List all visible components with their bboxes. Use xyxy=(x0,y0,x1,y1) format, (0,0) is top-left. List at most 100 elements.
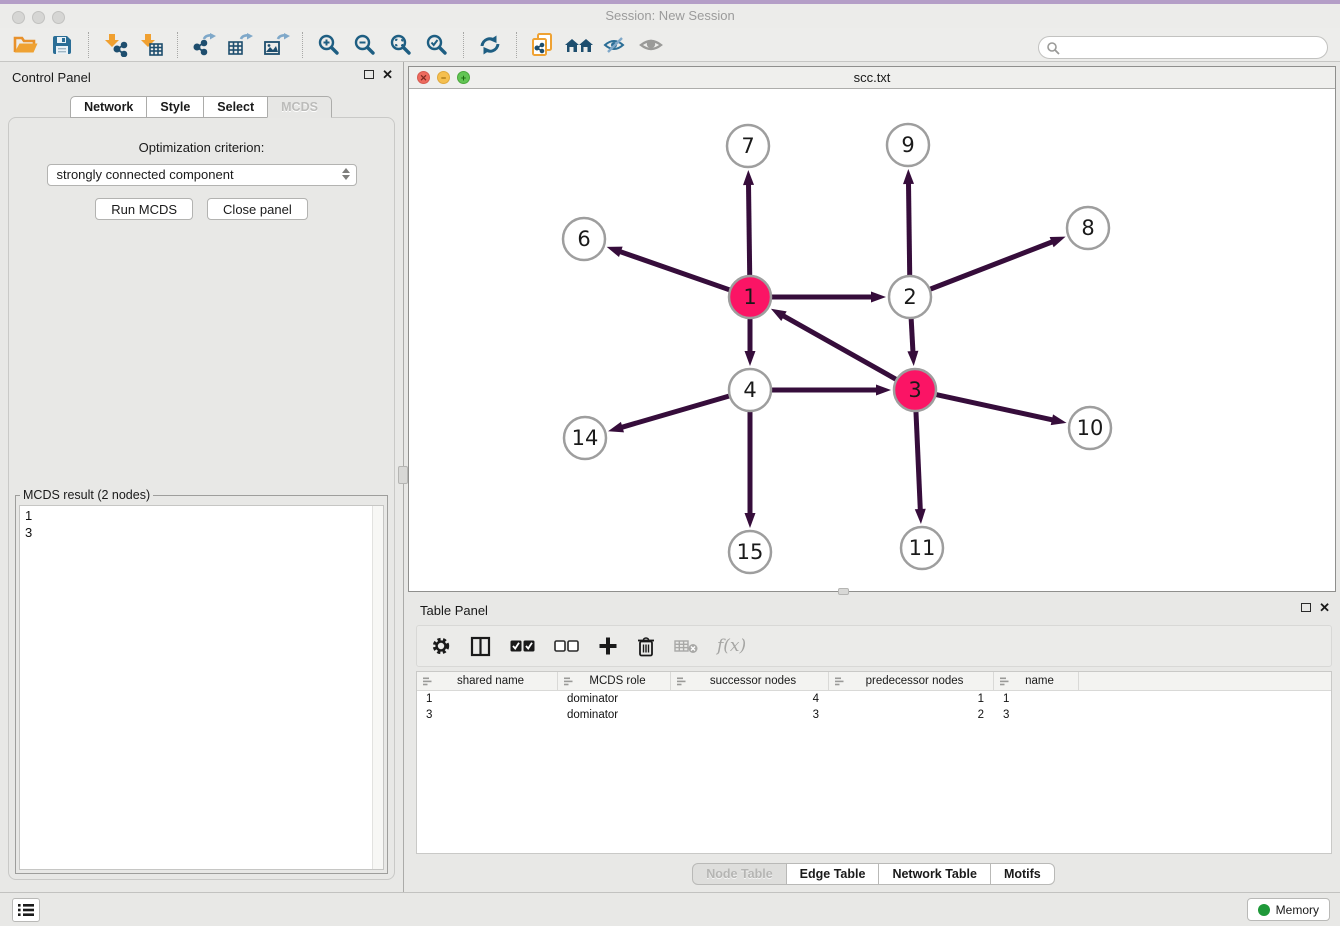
close-panel-button[interactable]: Close panel xyxy=(207,198,308,220)
graph-edge-2-8[interactable] xyxy=(927,241,1054,290)
column-header-predecessor-nodes[interactable]: predecessor nodes xyxy=(829,672,994,690)
tab-motifs[interactable]: Motifs xyxy=(990,863,1055,885)
settings-gear-icon[interactable] xyxy=(431,636,451,656)
search-input[interactable] xyxy=(1038,36,1328,59)
column-header-name[interactable]: name xyxy=(994,672,1079,690)
import-network-icon[interactable] xyxy=(100,31,130,59)
sort-icon xyxy=(677,677,686,686)
delete-table-icon xyxy=(674,638,698,654)
export-image-icon[interactable] xyxy=(261,31,291,59)
graph-edge-1-6[interactable] xyxy=(619,251,733,291)
table-cell[interactable]: dominator xyxy=(558,693,671,705)
edge-arrowhead-icon xyxy=(745,351,756,366)
task-history-button[interactable] xyxy=(12,898,40,922)
tab-mcds[interactable]: MCDS xyxy=(267,96,332,118)
tab-edge-table[interactable]: Edge Table xyxy=(786,863,880,885)
tab-network-table[interactable]: Network Table xyxy=(878,863,991,885)
sort-icon xyxy=(1000,677,1009,686)
network-view-window: ✕ − + scc.txt 7968124314101511 xyxy=(408,66,1336,592)
edge-arrowhead-icon xyxy=(1050,237,1066,248)
table-cell[interactable]: 4 xyxy=(671,693,829,705)
node-table: shared nameMCDS rolesuccessor nodesprede… xyxy=(416,671,1332,854)
open-session-icon[interactable] xyxy=(11,31,41,59)
home-icon[interactable] xyxy=(564,31,594,59)
hide-eye-icon[interactable] xyxy=(600,31,630,59)
graph-edge-4-14[interactable] xyxy=(621,395,733,428)
toolbar-separator xyxy=(516,32,517,58)
graph-node-label: 4 xyxy=(743,378,756,402)
sort-icon xyxy=(564,677,573,686)
save-session-icon[interactable] xyxy=(47,31,77,59)
zoom-selected-icon[interactable] xyxy=(422,31,452,59)
graph-edge-2-9[interactable] xyxy=(908,182,909,279)
network-window-titlebar[interactable]: ✕ − + scc.txt xyxy=(409,67,1335,89)
column-header-shared-name[interactable]: shared name xyxy=(417,672,558,690)
close-table-panel-icon[interactable]: ✕ xyxy=(1319,602,1330,613)
column-header-successor-nodes[interactable]: successor nodes xyxy=(671,672,829,690)
tab-select[interactable]: Select xyxy=(203,96,268,118)
table-cell[interactable]: 3 xyxy=(671,709,829,721)
toolbar-separator xyxy=(302,32,303,58)
select-stepper-icon xyxy=(342,168,350,180)
optimization-criterion-label: Optimization criterion: xyxy=(9,140,394,155)
table-cell[interactable]: dominator xyxy=(558,709,671,721)
sort-icon xyxy=(423,677,432,686)
export-table-icon[interactable] xyxy=(225,31,255,59)
criterion-select[interactable]: strongly connected component xyxy=(47,164,357,186)
zoom-in-icon[interactable] xyxy=(314,31,344,59)
select-all-columns-icon[interactable] xyxy=(510,640,535,652)
add-column-icon[interactable] xyxy=(598,636,618,656)
delete-column-icon[interactable] xyxy=(637,636,655,657)
tab-network[interactable]: Network xyxy=(70,96,147,118)
table-row[interactable]: 3dominator323 xyxy=(417,707,1331,723)
horizontal-splitter-handle[interactable] xyxy=(838,588,849,595)
graph-edge-3-11[interactable] xyxy=(916,408,921,511)
tab-node-table[interactable]: Node Table xyxy=(692,863,786,885)
table-cell[interactable]: 2 xyxy=(829,709,994,721)
table-panel: Table Panel ✕ f(x) shared nameMCDS roles… xyxy=(408,595,1340,888)
graph-edge-2-3[interactable] xyxy=(911,315,913,353)
sort-icon xyxy=(835,677,844,686)
graph-edge-3-1[interactable] xyxy=(782,315,899,381)
network-window-title: scc.txt xyxy=(409,70,1335,85)
edge-arrowhead-icon xyxy=(907,351,918,366)
float-table-panel-icon[interactable] xyxy=(1301,603,1311,612)
graph-node-label: 1 xyxy=(743,285,756,309)
refresh-icon[interactable] xyxy=(475,31,505,59)
column-header-MCDS-role[interactable]: MCDS role xyxy=(558,672,671,690)
duplicate-network-icon[interactable] xyxy=(528,31,558,59)
table-cell[interactable]: 1 xyxy=(829,693,994,705)
graph-edge-1-7[interactable] xyxy=(748,183,749,279)
tab-style[interactable]: Style xyxy=(146,96,204,118)
import-table-icon[interactable] xyxy=(136,31,166,59)
export-network-icon[interactable] xyxy=(189,31,219,59)
close-panel-icon[interactable]: ✕ xyxy=(382,69,393,80)
list-icon xyxy=(17,902,35,918)
edge-arrowhead-icon xyxy=(743,170,754,185)
result-scrollbar[interactable] xyxy=(372,506,383,869)
zoom-fit-icon[interactable] xyxy=(386,31,416,59)
table-cell[interactable]: 1 xyxy=(994,693,1079,705)
edge-arrowhead-icon xyxy=(876,385,891,396)
function-builder-icon: f(x) xyxy=(717,636,746,656)
graph-edge-3-10[interactable] xyxy=(933,394,1054,420)
zoom-out-icon[interactable] xyxy=(350,31,380,59)
mcds-result-textarea[interactable]: 13 xyxy=(19,505,384,870)
mcds-result-title: MCDS result (2 nodes) xyxy=(20,488,153,502)
network-canvas[interactable]: 7968124314101511 xyxy=(409,89,1335,591)
table-cell[interactable]: 3 xyxy=(417,709,558,721)
vertical-splitter-handle[interactable] xyxy=(398,466,408,484)
run-mcds-button[interactable]: Run MCDS xyxy=(95,198,193,220)
show-columns-icon[interactable] xyxy=(470,636,491,657)
edge-arrowhead-icon xyxy=(745,513,756,528)
graph-node-label: 11 xyxy=(909,536,936,560)
table-cell[interactable]: 3 xyxy=(994,709,1079,721)
network-graph[interactable]: 7968124314101511 xyxy=(409,89,1335,591)
table-cell[interactable]: 1 xyxy=(417,693,558,705)
table-row[interactable]: 1dominator411 xyxy=(417,691,1331,707)
memory-button[interactable]: Memory xyxy=(1247,898,1330,921)
graph-node-label: 2 xyxy=(903,285,916,309)
table-header-row: shared nameMCDS rolesuccessor nodesprede… xyxy=(417,672,1331,691)
unselect-all-columns-icon[interactable] xyxy=(554,640,579,652)
float-panel-icon[interactable] xyxy=(364,70,374,79)
